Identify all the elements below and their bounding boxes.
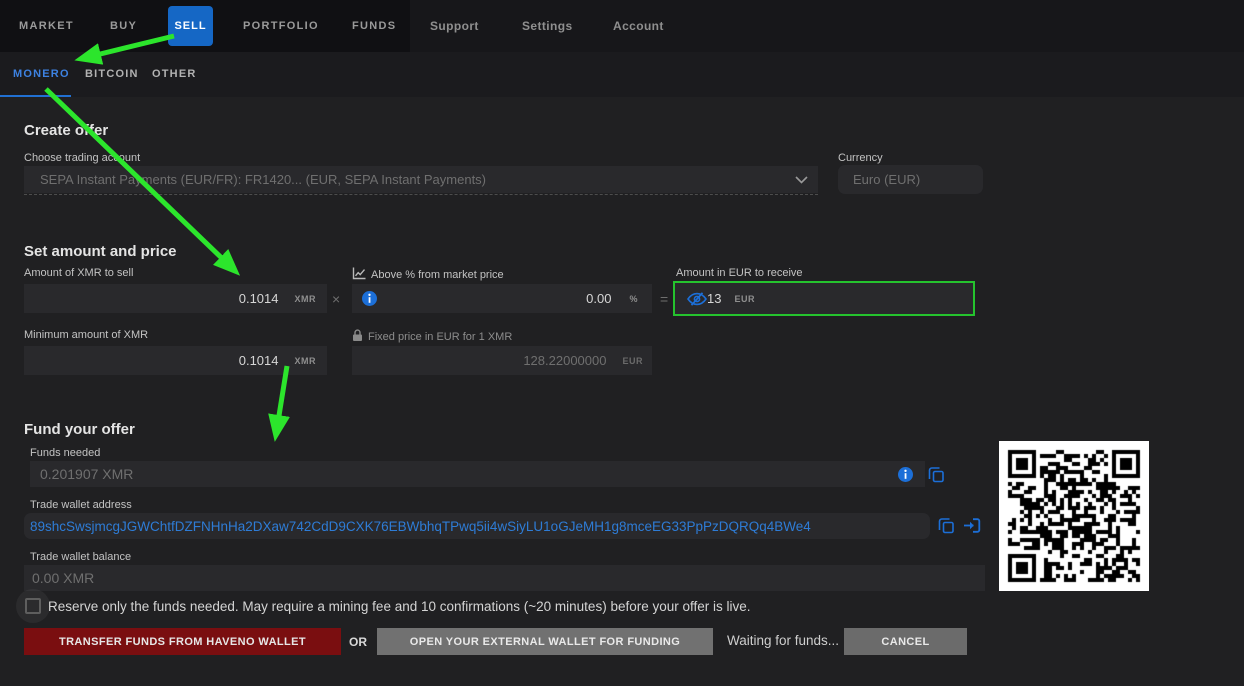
pct-suffix: %: [629, 294, 638, 304]
chart-icon: [352, 267, 366, 280]
wallet-address-value: 89shcSwsjmcgJGWChtfDZFNHnHa2DXaw742CdD9C…: [30, 519, 811, 534]
equals-sign: =: [660, 291, 668, 307]
funds-needed-value: 0.201907 XMR: [40, 466, 133, 482]
dropdown-divider: [24, 194, 818, 195]
amount-value: 0.1014: [239, 291, 279, 306]
min-amount-suffix: XMR: [295, 356, 317, 366]
nav-portfolio[interactable]: PORTFOLIO: [243, 0, 319, 52]
reserve-checkbox-label: Reserve only the funds needed. May requi…: [48, 599, 751, 614]
funds-needed-label: Funds needed: [30, 447, 100, 459]
tab-bitcoin[interactable]: BITCOIN: [85, 52, 139, 97]
section-title-create-offer: Create offer: [24, 122, 108, 139]
annotation-arrow-to-fund-offer: [277, 366, 287, 428]
fixed-price-value: 128.22000000: [523, 353, 606, 368]
active-tab-underline: [0, 95, 71, 97]
wallet-address-label: Trade wallet address: [30, 499, 132, 511]
market-subtabs: MONERO BITCOIN OTHER: [0, 52, 1244, 97]
external-wallet-button[interactable]: OPEN YOUR EXTERNAL WALLET FOR FUNDING: [377, 628, 713, 655]
nav-support[interactable]: Support: [430, 0, 479, 52]
trading-account-select[interactable]: SEPA Instant Payments (EUR/FR): FR1420..…: [24, 166, 818, 193]
wallet-address-field[interactable]: 89shcSwsjmcgJGWChtfDZFNHnHa2DXaw742CdD9C…: [24, 513, 930, 539]
funding-status-text: Waiting for funds...: [727, 633, 839, 648]
copy-funds-needed-icon[interactable]: [928, 466, 945, 483]
currency-value: Euro (EUR): [853, 172, 920, 187]
min-amount-input[interactable]: 0.1014 XMR: [24, 346, 327, 375]
wallet-balance-value: 0.00 XMR: [32, 570, 94, 586]
create-offer-screen: MARKET BUY SELL PORTFOLIO FUNDS Support …: [0, 0, 1244, 686]
currency-field: Euro (EUR): [838, 165, 983, 194]
funds-needed-field: 0.201907 XMR: [30, 461, 925, 487]
nav-settings[interactable]: Settings: [522, 0, 573, 52]
amount-suffix: XMR: [295, 294, 317, 304]
tab-monero[interactable]: MONERO: [13, 52, 70, 97]
nav-funds[interactable]: FUNDS: [352, 0, 396, 52]
trading-account-label: Choose trading account: [24, 152, 140, 164]
amount-label: Amount of XMR to sell: [24, 267, 133, 279]
min-amount-value: 0.1014: [239, 353, 279, 368]
or-label: OR: [349, 635, 367, 649]
receive-value: 13: [707, 291, 721, 306]
lock-icon: [352, 329, 363, 342]
amount-input[interactable]: 0.1014 XMR: [24, 284, 327, 313]
nav-buy[interactable]: BUY: [110, 0, 137, 52]
eye-slash-icon: [687, 292, 707, 306]
info-icon[interactable]: [362, 291, 377, 306]
send-to-wallet-icon[interactable]: [963, 518, 981, 533]
section-title-amount-price: Set amount and price: [24, 243, 177, 260]
reserve-funds-checkbox[interactable]: [25, 598, 41, 614]
copy-address-icon[interactable]: [938, 517, 955, 534]
multiply-sign: ×: [332, 291, 340, 307]
min-amount-label: Minimum amount of XMR: [24, 329, 148, 341]
receive-label: Amount in EUR to receive: [676, 267, 803, 279]
wallet-balance-label: Trade wallet balance: [30, 551, 131, 563]
nav-sell[interactable]: SELL: [168, 6, 213, 46]
currency-label: Currency: [838, 152, 883, 164]
chevron-down-icon: [795, 172, 808, 187]
wallet-balance-field: 0.00 XMR: [24, 565, 985, 591]
transfer-funds-button[interactable]: TRANSFER FUNDS FROM HAVENO WALLET: [24, 628, 341, 655]
receive-input-highlighted[interactable]: 13 EUR: [673, 281, 975, 316]
nav-market[interactable]: MARKET: [19, 0, 74, 52]
fixed-price-suffix: EUR: [622, 356, 643, 366]
section-title-fund-offer: Fund your offer: [24, 421, 135, 438]
nav-account[interactable]: Account: [613, 0, 664, 52]
pct-input[interactable]: 0.00 %: [352, 284, 652, 313]
trading-account-value: SEPA Instant Payments (EUR/FR): FR1420..…: [40, 172, 486, 187]
fixed-price-label: Fixed price in EUR for 1 XMR: [352, 329, 512, 343]
fixed-price-field: 128.22000000 EUR: [352, 346, 652, 375]
pct-label: Above % from market price: [352, 267, 504, 281]
cancel-button[interactable]: CANCEL: [844, 628, 967, 655]
top-navbar: MARKET BUY SELL PORTFOLIO FUNDS Support …: [0, 0, 1244, 52]
receive-suffix: EUR: [734, 294, 755, 304]
funds-needed-info-icon[interactable]: [898, 467, 913, 482]
pct-value: 0.00: [586, 291, 611, 306]
qr-code: [999, 441, 1149, 591]
tab-other[interactable]: OTHER: [152, 52, 197, 97]
